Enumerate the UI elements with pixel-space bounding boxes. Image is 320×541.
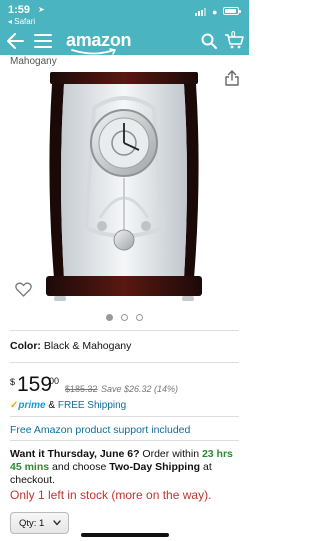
amazon-smile-icon	[71, 48, 117, 55]
home-indicator[interactable]	[81, 533, 169, 537]
divider	[10, 440, 239, 441]
top-bar: 1:59 ➤ ◂ Safari ● amazon 0	[0, 0, 249, 55]
price-currency: $	[10, 377, 16, 387]
cart-count: 0	[231, 30, 236, 39]
location-arrow-icon: ➤	[38, 5, 45, 14]
status-icons: ●	[195, 6, 241, 17]
hamburger-menu-icon[interactable]	[34, 33, 52, 49]
image-pagination	[106, 314, 146, 322]
prime-shipping: ✓prime & FREE Shipping	[10, 400, 126, 414]
quantity-label: Qty: 1	[19, 518, 45, 529]
list-price: $185.32	[65, 384, 98, 394]
status-time: 1:59	[8, 4, 31, 16]
back-to-safari-link[interactable]: ◂ Safari	[8, 17, 35, 26]
divider	[10, 416, 239, 417]
color-label: Color:	[10, 340, 41, 352]
delivery-date: Want it Thursday, June 6?	[10, 448, 140, 460]
product-image-carousel[interactable]	[0, 60, 249, 310]
delivery-order-within: Order within	[139, 448, 202, 460]
battery-icon	[223, 7, 241, 15]
heart-icon[interactable]	[15, 282, 32, 297]
back-arrow-icon[interactable]	[6, 32, 24, 50]
cellular-signal-icon	[195, 8, 209, 16]
divider	[10, 362, 239, 363]
prime-badge: prime	[18, 400, 46, 411]
free-shipping-link[interactable]: FREE Shipping	[58, 400, 126, 411]
color-value: Black & Mahogany	[43, 340, 132, 352]
savings-text: Save $26.32 (14%)	[101, 384, 179, 394]
chevron-down-icon	[53, 520, 61, 526]
status-bar: 1:59 ➤ ◂ Safari ●	[0, 0, 249, 28]
wifi-icon: ●	[212, 7, 218, 17]
search-icon[interactable]	[201, 33, 217, 49]
pagination-dot[interactable]	[136, 314, 143, 321]
product-support-link[interactable]: Free Amazon product support included	[10, 424, 190, 436]
delivery-choose: and choose	[49, 461, 110, 473]
pagination-dot[interactable]	[121, 314, 128, 321]
color-selector[interactable]: Color: Black & Mahogany	[10, 340, 131, 352]
delivery-shipping-option: Two-Day Shipping	[109, 461, 201, 473]
share-icon[interactable]	[225, 70, 239, 86]
quantity-dropdown[interactable]: Qty: 1	[10, 512, 69, 534]
pagination-dot-active[interactable]	[106, 314, 113, 321]
delivery-message: Want it Thursday, June 6? Order within 2…	[10, 448, 242, 487]
product-image	[46, 72, 202, 301]
cart-button[interactable]: 0	[224, 30, 244, 49]
price-whole: 159	[17, 373, 53, 396]
prime-ampersand: &	[48, 400, 56, 411]
navigation-bar: amazon 0	[0, 28, 249, 55]
divider	[10, 330, 239, 331]
price-fraction: 00	[49, 376, 60, 386]
stock-status: Only 1 left in stock (more on the way).	[10, 488, 212, 502]
